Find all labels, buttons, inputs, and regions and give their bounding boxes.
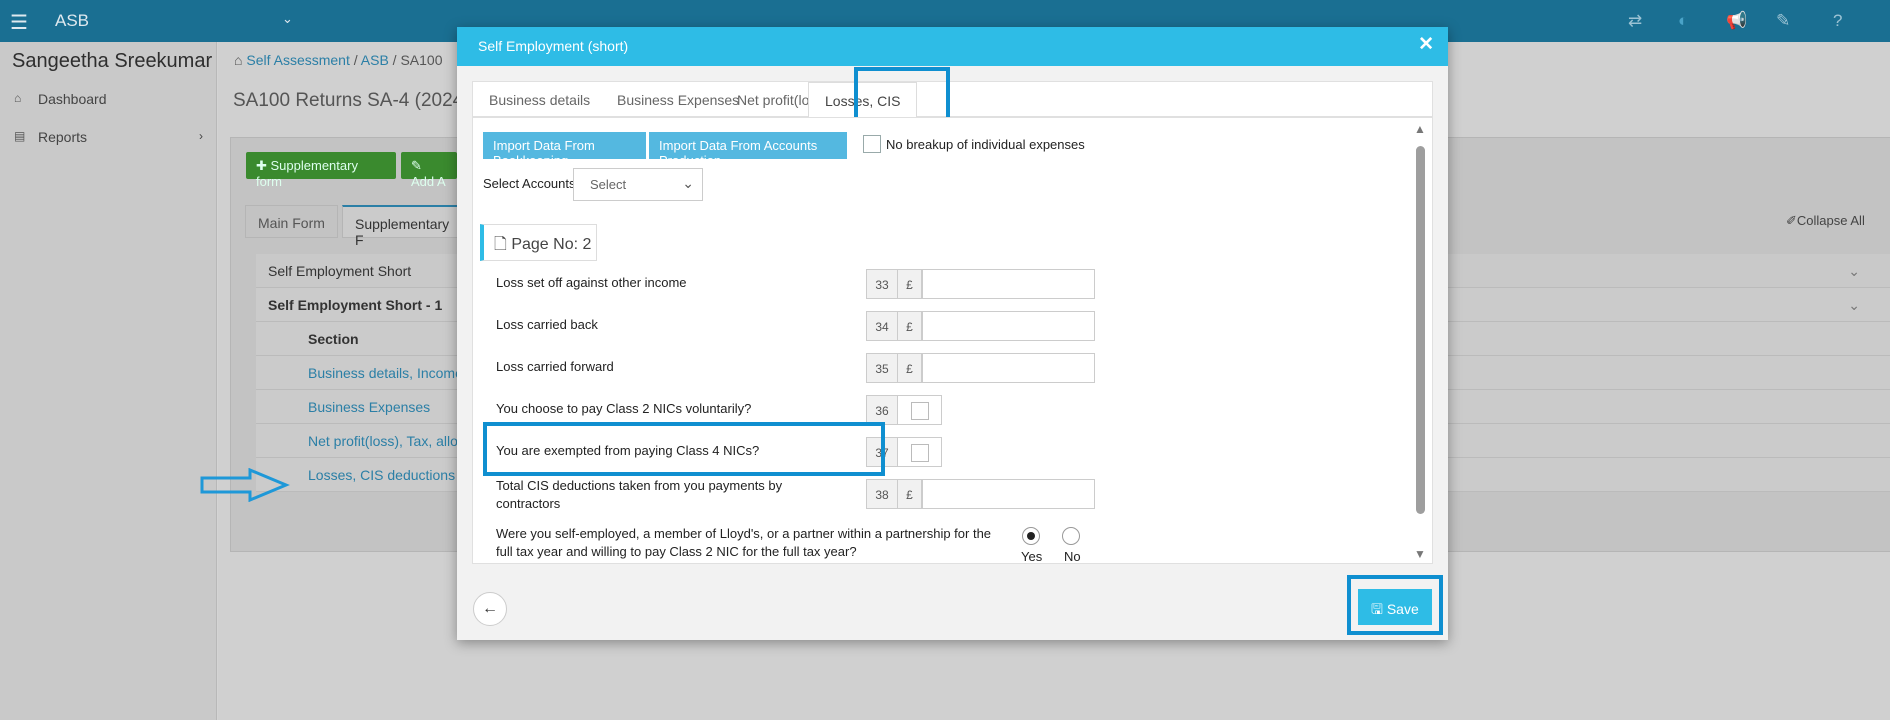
megaphone-icon[interactable]: 📢 — [1726, 11, 1747, 31]
sidebar-item-label: Reports — [38, 129, 88, 145]
breadcrumb-asb[interactable]: ASB — [361, 52, 389, 68]
breadcrumb: ⌂ Self Assessment / ASB / SA100 — [234, 52, 443, 68]
chevron-down-icon: ⌄ — [682, 175, 694, 191]
plus-icon: ✚ — [256, 158, 271, 173]
yes-radio[interactable] — [1022, 527, 1040, 545]
chevron-down-icon[interactable]: ⌄ — [1848, 263, 1860, 280]
currency-sign: £ — [898, 479, 922, 509]
import-bookkeeping-button[interactable]: Import Data From Bookkeeping — [483, 132, 646, 168]
document-icon: 🗋 — [494, 236, 507, 253]
no-label: No — [1064, 549, 1081, 564]
user-name: Sangeetha Sreekumar — [12, 50, 213, 72]
scroll-up-icon[interactable]: ▲ — [1414, 122, 1426, 136]
supplementary-form-button[interactable]: ✚ Supplementary form — [246, 152, 396, 189]
add-button[interactable]: ✎ Add A — [401, 152, 457, 189]
home-icon[interactable]: ⌂ — [234, 52, 242, 68]
form-content: Import Data From Bookkeeping Import Data… — [472, 117, 1433, 564]
import-accounts-production-button[interactable]: Import Data From Accounts Production — [649, 132, 847, 168]
arrow-annotation-icon — [200, 468, 290, 502]
box-number: 38 — [866, 479, 898, 509]
tab-main-form[interactable]: Main Form — [245, 205, 338, 238]
scrollbar-thumb[interactable] — [1416, 146, 1425, 514]
document-icon: ▤ — [14, 129, 26, 143]
menu-icon[interactable]: ☰ — [10, 10, 28, 35]
sidebar: Sangeetha Sreekumar ⌂ Dashboard ▤ Report… — [0, 42, 217, 720]
tab-supplementary[interactable]: Supplementary F — [342, 205, 462, 248]
scroll-down-icon[interactable]: ▼ — [1414, 547, 1426, 561]
tab-business-details[interactable]: Business details — [473, 82, 606, 118]
sidebar-item-dashboard[interactable]: ⌂ Dashboard — [0, 82, 217, 118]
currency-sign: £ — [898, 269, 922, 299]
collapse-all-button[interactable]: ✐Collapse All — [1786, 213, 1865, 229]
close-icon[interactable]: ✕ — [1418, 33, 1434, 56]
class4-exempt-checkbox[interactable] — [898, 437, 942, 467]
back-button[interactable]: ← — [473, 592, 507, 626]
class2-voluntary-checkbox[interactable] — [898, 395, 942, 425]
box-number: 36 — [866, 395, 898, 425]
save-icon: 🖫 — [1371, 601, 1387, 617]
yes-label: Yes — [1021, 549, 1043, 564]
section-link[interactable]: Losses, CIS deductions an — [308, 467, 475, 483]
modal-title: Self Employment (short) — [478, 38, 629, 54]
loss-carried-back-input[interactable] — [922, 311, 1095, 341]
tab-losses-cis[interactable]: Losses, CIS — [808, 82, 918, 118]
field-label: Loss carried back — [496, 317, 598, 332]
page-number-badge: 🗋 Page No: 2 — [480, 224, 597, 261]
field-label: You are exempted from paying Class 4 NIC… — [496, 443, 760, 458]
app-name: ASB — [55, 11, 90, 30]
box-number: 37 — [866, 437, 898, 467]
home-icon: ⌂ — [14, 91, 22, 105]
help-icon[interactable]: ? — [1833, 11, 1842, 31]
full-year-question: Were you self-employed, a member of Lloy… — [496, 526, 992, 559]
arrow-left-icon: ← — [482, 600, 498, 617]
sidebar-item-reports[interactable]: ▤ Reports › — [0, 120, 217, 156]
box-number: 34 — [866, 311, 898, 341]
cis-deductions-input[interactable] — [922, 479, 1095, 509]
chevron-down-icon[interactable]: ⌄ — [282, 11, 293, 27]
ticket-icon[interactable]: ✎ — [1776, 11, 1790, 31]
box-number: 33 — [866, 269, 898, 299]
box-number: 35 — [866, 353, 898, 383]
no-breakup-checkbox[interactable] — [863, 135, 881, 153]
page-title: SA100 Returns SA-4 (2024-25 — [233, 90, 491, 111]
field-label: Loss set off against other income — [496, 275, 687, 290]
field-label: Total CIS deductions taken from you paym… — [496, 478, 783, 511]
select-accounts-label: Select Accounts — [483, 176, 576, 191]
tag-icon: ✎ — [411, 158, 422, 173]
no-breakup-label: No breakup of individual expenses — [886, 137, 1085, 152]
loss-carried-forward-input[interactable] — [922, 353, 1095, 383]
field-label: Loss carried forward — [496, 359, 614, 374]
section-link[interactable]: Business details, Income — [308, 365, 463, 381]
self-employment-modal: Self Employment (short) ✕ Business detai… — [457, 27, 1448, 640]
chevron-right-icon: › — [199, 129, 203, 143]
pin-icon: ✐ — [1786, 213, 1797, 228]
no-radio[interactable] — [1062, 527, 1080, 545]
section-link[interactable]: Business Expenses — [308, 399, 430, 415]
scrollbar[interactable]: ▲ ▼ — [1414, 122, 1428, 561]
field-label: You choose to pay Class 2 NICs voluntari… — [496, 401, 752, 416]
modal-header: Self Employment (short) ✕ — [457, 27, 1448, 66]
c-logo-icon[interactable]: ◐ — [1678, 11, 1688, 31]
sidebar-item-label: Dashboard — [38, 91, 107, 107]
modal-tabs: Business details Business Expenses Net p… — [472, 81, 1433, 118]
currency-sign: £ — [898, 353, 922, 383]
breadcrumb-self-assessment[interactable]: Self Assessment — [246, 52, 350, 68]
transfer-icon[interactable]: ⇄ — [1628, 11, 1642, 31]
chevron-down-icon[interactable]: ⌄ — [1848, 297, 1860, 314]
select-accounts-dropdown[interactable]: Select ⌄ — [573, 168, 703, 201]
loss-set-off-input[interactable] — [922, 269, 1095, 299]
breadcrumb-sa100: SA100 — [400, 52, 443, 68]
save-button[interactable]: 🖫 Save — [1358, 589, 1432, 625]
currency-sign: £ — [898, 311, 922, 341]
section-link[interactable]: Net profit(loss), Tax, allow — [308, 433, 468, 449]
